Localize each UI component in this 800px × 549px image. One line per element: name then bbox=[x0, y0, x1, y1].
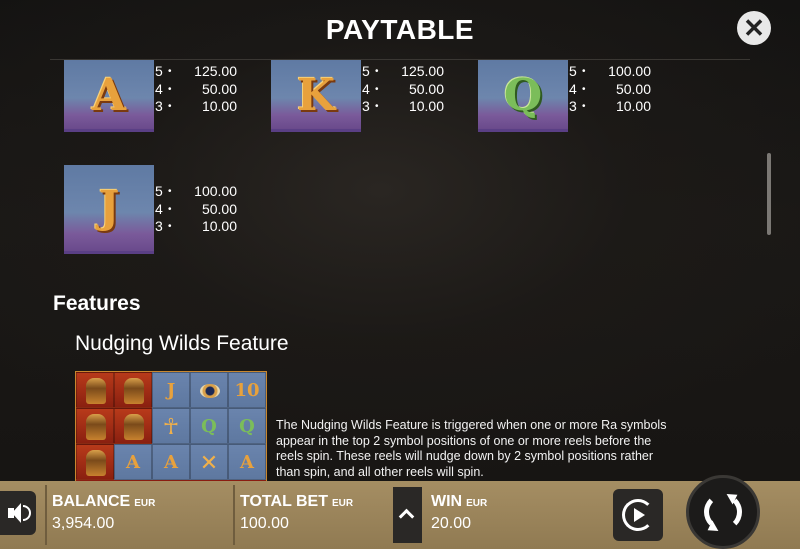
header-divider bbox=[50, 59, 750, 60]
total-bet-label: TOTAL BET EUR bbox=[240, 493, 354, 510]
symbol-j-letter: J bbox=[98, 182, 120, 233]
close-icon[interactable]: ✕ bbox=[737, 11, 771, 45]
a-symbol: A bbox=[152, 444, 190, 480]
nudging-wilds-title: Nudging Wilds Feature bbox=[75, 332, 289, 355]
divider bbox=[233, 485, 235, 545]
ra-symbol bbox=[76, 372, 114, 408]
symbol-k-tile: K bbox=[271, 60, 361, 132]
q-symbol: Q bbox=[190, 408, 228, 444]
ra-symbol bbox=[76, 444, 114, 480]
a-symbol: A bbox=[114, 444, 152, 480]
nudging-wilds-illustration: J 10 ☥ Q Q A A ✕ A bbox=[75, 371, 267, 486]
j-symbol: J bbox=[152, 372, 190, 408]
symbol-a-tile: A bbox=[64, 60, 154, 132]
crook-flail-icon: ✕ bbox=[190, 444, 228, 480]
page-title: PAYTABLE bbox=[325, 14, 475, 45]
symbol-k-letter: K bbox=[296, 70, 336, 121]
scrollbar[interactable] bbox=[767, 153, 771, 235]
autoplay-button[interactable] bbox=[613, 489, 663, 541]
eye-of-horus-icon bbox=[190, 372, 228, 408]
speaker-icon bbox=[23, 505, 31, 521]
a-symbol: A bbox=[228, 444, 266, 480]
spin-button[interactable] bbox=[686, 475, 760, 549]
ten-symbol: 10 bbox=[228, 372, 266, 408]
symbol-a-letter: A bbox=[91, 70, 127, 121]
ra-symbol bbox=[76, 408, 114, 444]
nudging-wilds-description: The Nudging Wilds Feature is triggered w… bbox=[276, 418, 667, 479]
ra-symbol bbox=[114, 372, 152, 408]
win-label: WIN EUR bbox=[431, 493, 488, 510]
q-symbol: Q bbox=[228, 408, 266, 444]
win-value: 20.00 bbox=[431, 515, 472, 532]
symbol-q-letter: Q bbox=[503, 70, 543, 121]
ra-symbol bbox=[114, 408, 152, 444]
balance-label: BALANCE EUR bbox=[52, 493, 156, 510]
features-heading: Features bbox=[53, 292, 141, 315]
symbol-q-tile: Q bbox=[478, 60, 568, 132]
balance-value: 3,954.00 bbox=[52, 515, 115, 532]
volume-button[interactable] bbox=[0, 491, 36, 535]
divider bbox=[45, 485, 47, 545]
symbol-j-tile: J bbox=[64, 165, 154, 254]
chevron-up-icon[interactable] bbox=[393, 487, 422, 543]
total-bet-value: 100.00 bbox=[240, 515, 289, 532]
ankh-icon: ☥ bbox=[152, 408, 190, 444]
